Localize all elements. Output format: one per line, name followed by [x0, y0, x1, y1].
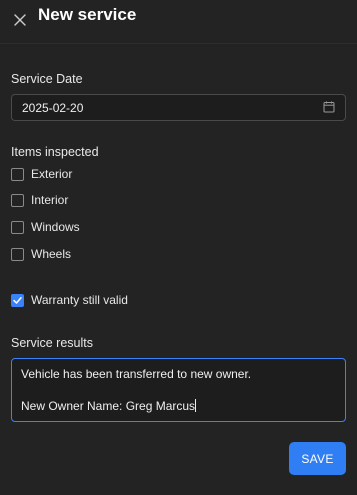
checkbox-windows-label: Windows: [31, 220, 80, 234]
close-button[interactable]: [11, 11, 29, 29]
service-results-label: Service results: [11, 336, 93, 350]
checkbox-warranty-label: Warranty still valid: [31, 293, 128, 307]
items-inspected-label: Items inspected: [11, 145, 99, 159]
checkbox-interior-label: Interior: [31, 193, 69, 207]
checkbox-interior[interactable]: [11, 193, 24, 207]
calendar-icon[interactable]: [323, 101, 335, 113]
service-date-label: Service Date: [11, 72, 83, 86]
checkbox-windows[interactable]: [11, 220, 24, 234]
checkbox-warranty[interactable]: [11, 293, 24, 307]
checkbox-interior-row[interactable]: Interior: [11, 192, 68, 208]
checkbox-exterior[interactable]: [11, 167, 24, 181]
dialog-title: New service: [38, 5, 137, 24]
service-date-input[interactable]: 2025-02-20: [11, 94, 346, 121]
service-results-line-1: Vehicle has been transferred to new owne…: [21, 367, 252, 381]
service-results-textarea[interactable]: Vehicle has been transferred to new owne…: [11, 358, 346, 422]
text-caret: [195, 399, 197, 412]
checkbox-warranty-row[interactable]: Warranty still valid: [11, 292, 128, 308]
checkbox-wheels-label: Wheels: [31, 247, 72, 261]
service-date-value: 2025-02-20: [22, 101, 84, 115]
checkbox-wheels-row[interactable]: Wheels: [11, 246, 71, 262]
checkmark-icon: [13, 296, 22, 304]
checkbox-exterior-row[interactable]: Exterior: [11, 166, 72, 182]
checkbox-windows-row[interactable]: Windows: [11, 219, 80, 235]
service-results-line-3: New Owner Name: Greg Marcus: [21, 398, 336, 414]
checkbox-exterior-label: Exterior: [31, 167, 73, 181]
service-results-line-2: [21, 382, 336, 398]
close-icon: [14, 14, 26, 26]
service-results-line-3-text: New Owner Name: Greg Marcus: [21, 399, 196, 413]
save-button[interactable]: SAVE: [289, 442, 346, 475]
checkbox-wheels[interactable]: [11, 247, 24, 261]
dialog-header: New service: [0, 0, 357, 44]
